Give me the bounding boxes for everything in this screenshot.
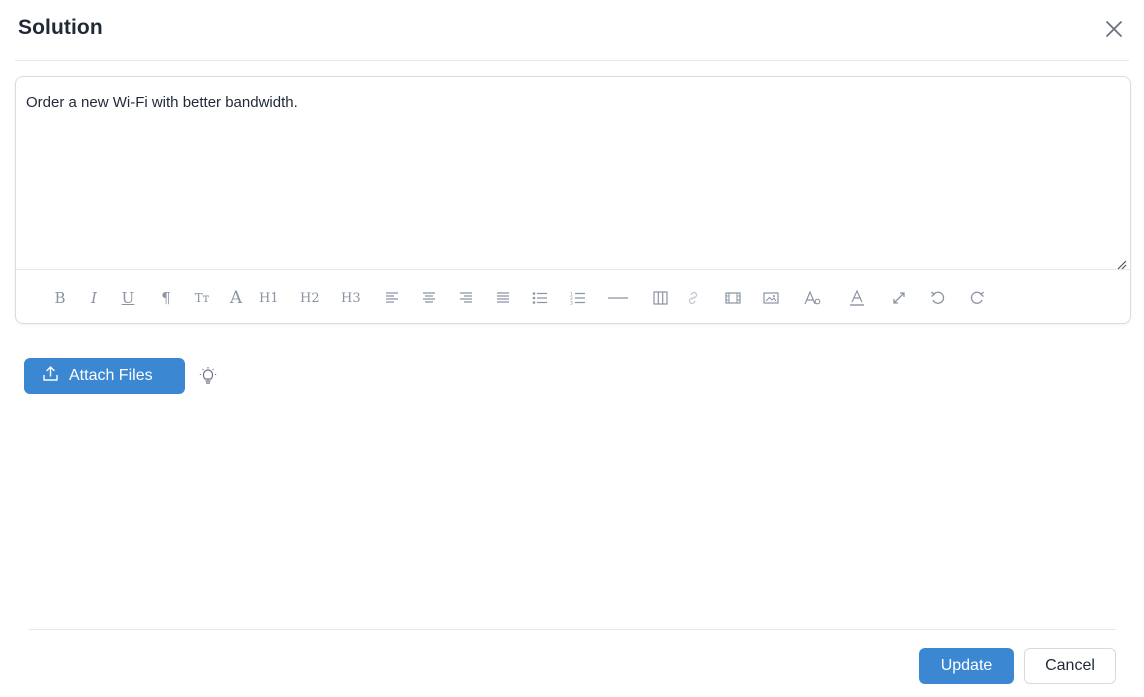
font-size-button[interactable]: Tт <box>193 287 211 309</box>
attach-files-button[interactable]: Attach Files <box>24 358 185 394</box>
paragraph-button[interactable]: ¶ <box>157 287 175 309</box>
svg-text:3: 3 <box>570 301 573 306</box>
align-center-icon[interactable] <box>420 287 438 309</box>
underline-button[interactable]: U <box>119 287 137 309</box>
close-icon[interactable] <box>1105 20 1123 38</box>
undo-icon[interactable] <box>929 287 947 309</box>
footer-divider <box>29 629 1116 630</box>
dialog-title: Solution <box>18 16 103 39</box>
resize-handle-icon[interactable] <box>1117 257 1127 270</box>
heading-1-button[interactable]: H1 <box>259 287 279 309</box>
editor-content[interactable]: Order a new Wi-Fi with better bandwidth. <box>16 77 1130 270</box>
redo-icon[interactable] <box>968 287 986 309</box>
lightbulb-icon[interactable] <box>199 366 217 386</box>
bold-button[interactable]: B <box>51 287 69 309</box>
font-family-button[interactable]: A <box>227 287 245 309</box>
text-style-icon[interactable] <box>804 287 822 309</box>
dialog-header: Solution <box>15 0 1129 61</box>
align-right-icon[interactable] <box>457 287 475 309</box>
update-button[interactable]: Update <box>919 648 1014 684</box>
fullscreen-icon[interactable] <box>890 287 908 309</box>
video-icon[interactable] <box>724 287 742 309</box>
heading-2-button[interactable]: H2 <box>300 287 320 309</box>
align-justify-icon[interactable] <box>494 287 512 309</box>
cancel-button[interactable]: Cancel <box>1024 648 1116 684</box>
bullet-list-icon[interactable] <box>531 287 549 309</box>
table-icon[interactable] <box>651 287 669 309</box>
upload-icon <box>42 365 59 387</box>
align-left-icon[interactable] <box>383 287 401 309</box>
attach-files-label: Attach Files <box>69 367 153 384</box>
link-icon[interactable] <box>684 287 702 309</box>
editor-toolbar: B I U ¶ Tт A H1 H2 H3 1 2 3 <box>16 271 1130 324</box>
text-color-icon[interactable] <box>848 287 866 309</box>
image-icon[interactable] <box>762 287 780 309</box>
rich-text-editor: Order a new Wi-Fi with better bandwidth.… <box>15 76 1131 324</box>
horizontal-rule-icon[interactable] <box>608 287 628 309</box>
heading-3-button[interactable]: H3 <box>341 287 361 309</box>
numbered-list-icon[interactable]: 123 <box>569 287 587 309</box>
italic-button[interactable]: I <box>85 287 103 309</box>
solution-dialog: Solution Order a new Wi-Fi with better b… <box>0 0 1144 697</box>
